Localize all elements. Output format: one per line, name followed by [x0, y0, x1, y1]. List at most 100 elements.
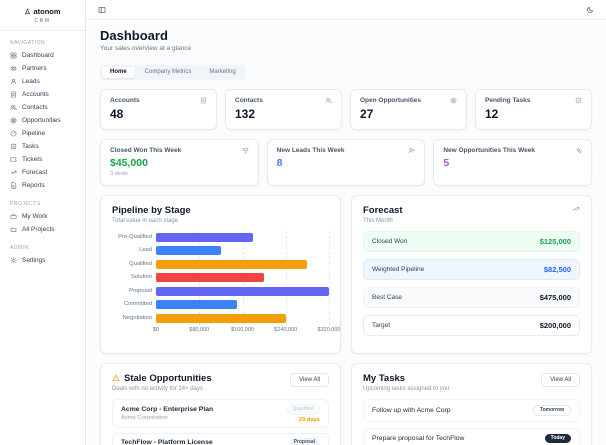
sidebar-section-label: Projects	[10, 201, 41, 207]
week-stat-sub	[443, 171, 582, 177]
chart-x-tick: $80,000	[189, 327, 210, 333]
main-area: Dashboard Your sales overview at a glanc…	[86, 0, 606, 445]
panel-left-icon	[98, 6, 106, 14]
stale-item-meta: Qualified 29 days	[286, 403, 320, 423]
kpi-head: Open Opportunities	[360, 97, 457, 104]
forecast-title: Forecast	[363, 204, 403, 216]
sidebar-item-label: Opportunities	[22, 117, 61, 124]
trophy-icon	[242, 147, 249, 154]
forecast-row-label: Target	[372, 321, 391, 329]
sidebar-item-label: Contacts	[22, 104, 48, 111]
trending-up-icon	[10, 169, 17, 176]
target-icon	[450, 97, 457, 104]
chart-bar-row	[156, 285, 329, 299]
chart-bar	[156, 259, 308, 269]
chart-category-label: Lead	[139, 247, 152, 253]
chart-x-tick: $240,000	[274, 327, 298, 333]
tab-company-metrics[interactable]: Company Metrics	[137, 67, 200, 78]
sidebar-item-tickets[interactable]: Tickets	[0, 153, 85, 166]
forecast-row-value: $125,000	[539, 236, 571, 246]
stale-view-all-button[interactable]: View All	[290, 372, 329, 387]
forecast-row-target: Target $200,000	[363, 314, 580, 336]
brand-tagline: CRM	[34, 18, 51, 24]
forecast-rows: Closed Won $125,000 Weighted Pipeline $82,5…	[363, 230, 580, 336]
sparkles-icon	[575, 147, 582, 154]
grid-icon	[10, 52, 17, 59]
kpi-head: Pending Tasks	[485, 97, 582, 104]
person-icon	[10, 78, 17, 85]
sidebar-item-dashboard[interactable]: Dashboard	[0, 49, 85, 62]
sidebar-item-tasks[interactable]: Tasks	[0, 140, 85, 153]
forecast-card: Forecast This Month Closed Won $125,000 We…	[351, 194, 592, 354]
sidebar-nav: Navigation Dashboard Partners Leads Accounts…	[0, 40, 85, 267]
chart-bar-row	[156, 258, 329, 272]
kpi-label: Accounts	[110, 96, 140, 104]
pipeline-chart-card: Pipeline by Stage Total value in each st…	[100, 194, 341, 354]
stale-item-company: Acme Corporation	[121, 414, 168, 421]
stale-subtitle: Deals with no activity for 14+ days	[112, 385, 203, 392]
kpi-head: Closed Won This Week	[110, 147, 249, 154]
building-icon	[200, 97, 207, 104]
forecast-row-label: Best Case	[372, 293, 402, 301]
chart-bar-row	[156, 244, 329, 258]
warning-icon	[112, 374, 120, 382]
stale-opportunity-row[interactable]: TechFlow - Platform LicenseTechFlow Solu…	[112, 432, 329, 445]
sidebar-toggle-button[interactable]	[96, 4, 108, 16]
stale-opportunity-row[interactable]: Acme Corp - Enterprise Plan Acme Corporat…	[112, 398, 329, 428]
kpi-card-accounts: Accounts 48	[100, 88, 217, 130]
forecast-row-label: Closed Won	[372, 237, 408, 245]
sidebar-item-leads[interactable]: Leads	[0, 75, 85, 88]
sidebar-item-label: Forecast	[22, 169, 48, 176]
task-row[interactable]: Follow up with Acme Corp Tomorrow	[363, 398, 580, 422]
forecast-row-closed-won: Closed Won $125,000	[363, 230, 580, 252]
chart-x-tick: $0	[152, 327, 160, 333]
pipeline-chart-subtitle: Total value in each stage	[112, 217, 179, 224]
sidebar-item-all-projects[interactable]: All Projects	[0, 223, 85, 236]
sidebar-item-pipeline[interactable]: Pipeline	[0, 127, 85, 140]
stale-title-text: Stale Opportunities	[124, 372, 212, 384]
sidebar-item-accounts[interactable]: Accounts	[0, 88, 85, 101]
sidebar-item-my-work[interactable]: My Work	[0, 210, 85, 223]
tab-marketing[interactable]: Marketing	[201, 67, 243, 78]
content: Dashboard Your sales overview at a glanc…	[86, 20, 606, 445]
chart-bar	[156, 232, 254, 242]
task-row[interactable]: Prepare proposal for TechFlow Today	[363, 427, 580, 445]
kpi-value: 132	[235, 106, 256, 121]
sidebar-item-contacts[interactable]: Contacts	[0, 101, 85, 114]
sidebar-item-label: Pipeline	[22, 130, 46, 137]
tab-home[interactable]: Home	[102, 66, 135, 78]
sidebar-item-label: My Work	[22, 213, 48, 220]
forecast-row-label: Weighted Pipeline	[372, 265, 425, 273]
check-square-icon	[575, 97, 582, 104]
week-stats-row: Closed Won This Week $45,000 3 deals New Le…	[100, 138, 592, 186]
tasks-view-all-button[interactable]: View All	[541, 372, 580, 387]
sidebar: atonom CRM Navigation Dashboard Partners Le…	[0, 0, 86, 445]
kpi-label: Pending Tasks	[485, 96, 531, 104]
brand-logo-icon	[24, 8, 31, 15]
stale-item-name: Acme Corp - Enterprise Plan	[121, 405, 214, 413]
chart-category-label: Negotiation	[122, 314, 152, 321]
stale-days-label: 29 days	[298, 416, 320, 423]
chart-bar-row	[156, 312, 329, 326]
kpi-label: New Opportunities This Week	[443, 146, 535, 154]
week-stat-value: 5	[443, 156, 450, 169]
file-icon	[10, 182, 17, 189]
page-subtitle: Your sales overview at a glance	[100, 45, 192, 52]
chart-category-label: Solution	[131, 274, 152, 280]
sidebar-item-forecast[interactable]: Forecast	[0, 166, 85, 179]
sidebar-item-opportunities[interactable]: Opportunities	[0, 114, 85, 127]
stale-list: Acme Corp - Enterprise Plan Acme Corporat…	[112, 398, 329, 445]
sidebar-item-reports[interactable]: Reports	[0, 179, 85, 192]
ticket-icon	[10, 156, 17, 163]
week-stat-value: 8	[276, 156, 283, 169]
sidebar-item-settings[interactable]: Settings	[0, 254, 85, 267]
tasks-subtitle: Upcoming tasks assigned to you	[363, 385, 450, 392]
theme-toggle-button[interactable]	[584, 4, 596, 16]
kpi-row: Accounts 48 Contacts 132 Open Opportunities 2…	[100, 88, 592, 130]
task-label: Follow up with Acme Corp	[372, 406, 451, 414]
sidebar-item-partners[interactable]: Partners	[0, 62, 85, 75]
week-card-new-opportunities-this-week: New Opportunities This Week 5	[433, 138, 592, 186]
brand-name: atonom	[33, 7, 61, 16]
chart-bar-row	[156, 271, 329, 285]
chart-track	[156, 230, 330, 326]
